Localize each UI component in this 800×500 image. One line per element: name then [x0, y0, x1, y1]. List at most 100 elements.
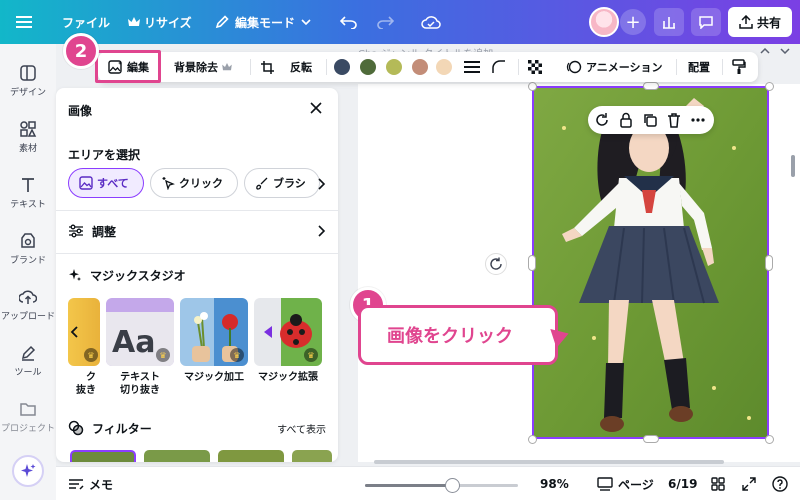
paint-roller-icon [732, 59, 746, 74]
resize-handle[interactable] [528, 82, 537, 91]
menu-button[interactable] [16, 0, 32, 44]
rail-item-projects[interactable]: プロジェクト [0, 400, 56, 434]
close-icon[interactable] [308, 100, 324, 116]
color-swatch[interactable] [360, 59, 376, 75]
resize-handle[interactable] [765, 435, 774, 444]
tile-cutout[interactable]: ♛ [68, 298, 100, 366]
crown-icon [222, 63, 232, 71]
filter-thumb[interactable] [144, 450, 210, 462]
rail-item-design[interactable]: デザイン [0, 64, 56, 98]
resize-handle[interactable] [643, 82, 659, 90]
redo-button[interactable] [376, 0, 394, 44]
filter-thumb[interactable] [70, 450, 136, 462]
cloud-check-icon [421, 16, 441, 29]
border-style-button[interactable] [464, 52, 480, 82]
selected-image[interactable] [532, 86, 769, 439]
color-swatch[interactable] [412, 59, 428, 75]
filter-thumb[interactable] [218, 450, 284, 462]
undo-button[interactable] [340, 0, 358, 44]
tile-magic-expand[interactable]: ♛ [254, 298, 322, 366]
select-area-heading: エリアを選択 [68, 148, 141, 162]
filter-thumb[interactable] [292, 450, 332, 462]
shapes-icon [20, 121, 37, 137]
fullscreen-button[interactable] [742, 467, 756, 500]
sliders-icon [69, 224, 83, 238]
duplicate-icon[interactable] [642, 112, 658, 128]
filter-heading: フィルター すべて表示 [68, 418, 326, 438]
tile-text-cutout[interactable]: Aa ♛ [106, 298, 174, 366]
color-swatch[interactable] [386, 59, 402, 75]
copy-style-button[interactable] [732, 52, 746, 82]
chevron-right-icon[interactable] [318, 178, 326, 190]
filter-label: フィルター [92, 421, 152, 436]
vertical-scrollbar[interactable] [791, 155, 795, 177]
pen-icon [21, 345, 36, 361]
crop-button[interactable] [260, 52, 275, 82]
refresh-sparkle-icon[interactable] [594, 112, 610, 128]
zoom-slider[interactable] [365, 478, 518, 493]
lock-icon[interactable] [618, 112, 634, 128]
insights-button[interactable] [654, 8, 684, 36]
resize-handle[interactable] [528, 255, 536, 271]
rail-item-brand[interactable]: ブランド [0, 232, 56, 266]
help-button[interactable] [772, 467, 788, 500]
upload-icon [19, 290, 37, 304]
flip-button[interactable]: 反転 [290, 52, 312, 82]
more-icon[interactable] [690, 112, 706, 128]
show-all-link[interactable]: すべて表示 [277, 421, 326, 436]
folder-icon [20, 403, 36, 416]
zoom-value[interactable]: 98% [540, 467, 569, 500]
corner-rounding-button[interactable] [492, 52, 506, 82]
chip-all[interactable]: すべて [68, 168, 144, 198]
memo-label: メモ [89, 477, 114, 492]
corner-radius-icon [492, 60, 505, 73]
notes-button[interactable]: メモ [68, 467, 113, 500]
pages-button[interactable]: ページ [597, 467, 654, 500]
sparkle-icon [69, 269, 81, 281]
rail-item-elements[interactable]: 素材 [0, 120, 56, 154]
crop-icon [261, 60, 274, 74]
tile-magic-edit[interactable]: ♛ [180, 298, 248, 366]
rotate-button[interactable] [485, 253, 507, 275]
position-button[interactable]: 配置 [688, 52, 710, 82]
upload-arrow-icon [739, 15, 753, 29]
resize-handle[interactable] [528, 435, 537, 444]
edit-mode-dropdown[interactable]: 編集モード [215, 0, 311, 44]
image-edit-panel: 画像 エリアを選択 すべて クリック ブラシ 調整 マジックスタジオ ♛ Aa … [56, 88, 338, 462]
page-down-button[interactable] [780, 46, 790, 57]
cloud-save-status[interactable] [421, 0, 441, 44]
rail-item-upload[interactable]: アップロード [0, 288, 56, 322]
add-collaborator-button[interactable]: + [620, 9, 646, 35]
rail-item-text[interactable]: テキスト [0, 176, 56, 210]
resize-handle[interactable] [765, 255, 773, 271]
rail-label: テキスト [10, 200, 46, 210]
resize-handle[interactable] [765, 82, 774, 91]
bar-chart-icon [663, 17, 675, 29]
chip-label: ブラシ [273, 177, 306, 190]
comments-button[interactable] [691, 8, 721, 36]
animate-button[interactable]: アニメーション [566, 52, 663, 82]
resize-button[interactable]: リサイズ [128, 0, 192, 44]
rail-item-tools[interactable]: ツール [0, 344, 56, 378]
edit-button-highlight [95, 50, 161, 83]
horizontal-scrollbar[interactable] [374, 460, 724, 464]
avatar[interactable] [589, 7, 619, 37]
color-swatch[interactable] [334, 59, 350, 75]
top-bar: ファイル リサイズ 編集モード + 共有 [0, 0, 800, 44]
background-remover-button[interactable]: 背景除去 [174, 52, 232, 82]
share-button[interactable]: 共有 [728, 7, 792, 37]
chip-brush[interactable]: ブラシ [244, 168, 320, 198]
trash-icon[interactable] [666, 112, 682, 128]
adjust-row[interactable]: 調整 [68, 221, 326, 241]
grid-view-button[interactable] [711, 467, 725, 500]
magic-assistant-button[interactable] [12, 455, 44, 487]
step-badge-2: 2 [63, 33, 99, 69]
page-label: ページ [618, 477, 654, 492]
chip-click[interactable]: クリック [150, 168, 238, 198]
page-up-button[interactable] [760, 46, 770, 57]
transparency-button[interactable] [528, 52, 542, 82]
resize-label: リサイズ [144, 15, 192, 30]
chip-label: クリック [179, 177, 223, 190]
color-swatch[interactable] [436, 59, 452, 75]
resize-handle[interactable] [643, 435, 659, 443]
